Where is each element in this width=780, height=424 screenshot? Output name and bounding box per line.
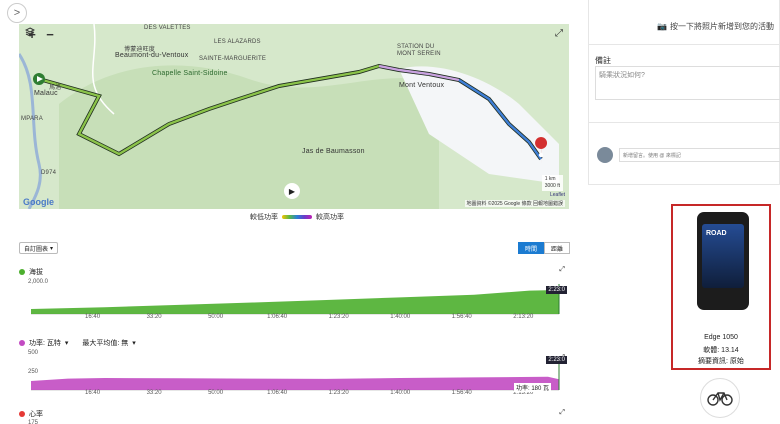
x-tick-label: 1:56:40 — [452, 314, 473, 320]
activity-side-panel: 📷 按一下將照片新增到您的活動 備註 騎乘狀況如何? 新增留言。使用 @ 來標記 — [588, 0, 780, 185]
x-tick-label: 16:40 — [85, 390, 101, 396]
map-label: MPARA — [21, 116, 43, 122]
elevation-color-dot — [19, 269, 25, 275]
legend-low-label: 較低功率 — [250, 214, 278, 221]
comment-row: 新增留言。使用 @ 來標記 — [597, 147, 780, 163]
map-scale: 1 km 3000 ft — [541, 175, 563, 191]
map-label: LES ALAZARDS — [214, 39, 261, 45]
route-map[interactable]: + − ⤢ DES VALETTES 博蒙迪旺度 Beaumont-du-Ven… — [19, 24, 569, 209]
x-tick-label: 33:20 — [147, 390, 163, 396]
map-label: STATION DU — [397, 44, 435, 50]
layers-icon[interactable] — [25, 27, 75, 41]
custom-chart-label: 自訂圖表 — [24, 246, 49, 253]
map-label: Malauc — [34, 90, 58, 97]
add-photo-hint[interactable]: 📷 按一下將照片新增到您的活動 — [657, 21, 774, 32]
map-label: Beaumont-du-Ventoux — [115, 52, 189, 59]
map-label: DES VALETTES — [144, 25, 191, 31]
map-label: Chapelle Saint-Sidoine — [152, 70, 228, 77]
x-tick-label: 1:23:20 — [329, 390, 350, 396]
x-tick-label: 1:40:00 — [390, 390, 411, 396]
map-label: Jas de Baumasson — [302, 148, 365, 155]
caret-down-icon: ▾ — [64, 340, 69, 347]
heart-color-dot — [19, 411, 25, 417]
play-route-button[interactable]: ▶ — [284, 183, 300, 199]
x-tick-label: 50:00 — [208, 314, 224, 320]
x-tick-label: 16:40 — [85, 314, 101, 320]
comment-input[interactable]: 新增留言。使用 @ 來標記 — [619, 148, 780, 162]
max-avg-select[interactable]: 最大平均值: 無 — [82, 338, 128, 348]
series-area — [31, 289, 559, 314]
power-svg: 16:40 33:20 50:00 1:06:40 1:23:20 1:40:00 1:56… — [31, 356, 560, 396]
power-readout: 功率: 180 瓦 — [513, 383, 551, 392]
google-logo: Google — [23, 197, 54, 207]
power-chart[interactable]: 16:40 33:20 50:00 1:06:40 1:23:20 1:40:00 1:56… — [19, 356, 569, 400]
map-controls: + − — [25, 27, 75, 42]
time-toggle-button[interactable]: 時間 — [518, 242, 545, 254]
elevation-header: 海拔 — [19, 267, 43, 277]
x-tick-label: 50:00 — [208, 390, 224, 396]
device-screen: ROAD — [702, 224, 744, 288]
heart-title: 心率 — [29, 411, 43, 418]
bicycle-icon[interactable] — [700, 378, 740, 418]
expand-sidebar-button[interactable]: > — [7, 3, 27, 23]
power-time-badge: 2:23:0 — [546, 356, 567, 364]
avatar — [597, 147, 613, 163]
device-summary: 摘要資訊: 原始 — [698, 358, 744, 365]
elevation-title: 海拔 — [29, 269, 43, 276]
x-tick-label: 1:40:00 — [390, 314, 411, 320]
custom-chart-select[interactable]: 自訂圖表 ▾ — [19, 242, 59, 254]
notes-title: 備註 — [595, 56, 611, 65]
power-legend: 較低功率 較高功率 — [250, 212, 344, 222]
series-area — [31, 376, 559, 390]
x-tick-label: 1:23:20 — [329, 314, 350, 320]
elevation-time-badge: 2:23:0 — [546, 286, 567, 294]
legend-gradient — [282, 215, 312, 219]
elevation-chart[interactable]: 16:40 33:20 50:00 1:06:40 1:23:20 1:40:00 1:56… — [19, 284, 569, 324]
device-firmware: 軟體: 13.14 — [703, 347, 739, 354]
map-label: MONT SEREIN — [397, 51, 441, 57]
power-header: 功率: 瓦特 ▾ 最大平均值: 無 ▾ — [19, 338, 136, 348]
map-label: D974 — [41, 170, 57, 176]
power-color-dot — [19, 340, 25, 346]
notes-textarea[interactable]: 騎乘狀況如何? — [595, 66, 780, 100]
camera-icon: 📷 — [657, 22, 667, 31]
map-label: SAINTE-MARGUERITE — [199, 56, 267, 62]
heart-fullscreen-icon[interactable]: ⤢ — [559, 409, 565, 417]
caret-down-icon: ▾ — [132, 340, 136, 347]
map-label: Mont Ventoux — [399, 82, 445, 89]
device-card[interactable]: ROAD Edge 1050 軟體: 13.14 摘要資訊: 原始 — [671, 204, 771, 370]
chevron-right-icon: > — [13, 7, 21, 19]
elevation-svg: 16:40 33:20 50:00 1:06:40 1:23:20 1:40:00 1:56… — [31, 284, 560, 320]
map-attribution[interactable]: 地圖資料 ©2025 Google 條款 回報地圖錯誤 — [464, 200, 565, 207]
map-fullscreen-icon[interactable]: ⤢ — [555, 28, 563, 39]
axis-toggle: 時間 距離 — [518, 242, 571, 254]
garmin-edge-device-image: ROAD — [697, 212, 749, 310]
device-name: Edge 1050 — [704, 334, 738, 341]
x-tick-label: 1:56:40 — [452, 390, 473, 396]
elevation-fullscreen-icon[interactable]: ⤢ — [559, 266, 565, 274]
power-title[interactable]: 功率: 瓦特 — [29, 338, 61, 348]
x-tick-label: 1:06:40 — [267, 314, 288, 320]
legend-high-label: 較高功率 — [316, 214, 344, 221]
leaflet-link[interactable]: Leaflet — [550, 192, 565, 198]
x-tick-label: 1:06:40 — [267, 390, 288, 396]
distance-toggle-button[interactable]: 距離 — [544, 242, 571, 254]
caret-down-icon: ▾ — [50, 245, 54, 252]
x-tick-label: 33:20 — [147, 314, 163, 320]
divider — [589, 122, 780, 123]
activity-page: > + − ⤢ DES VALETTES 博蒙迪旺度 Beaumont-du-V… — [0, 0, 780, 424]
divider — [589, 44, 780, 45]
heart-y-label: 175 — [28, 420, 39, 424]
heart-header: 心率 — [19, 409, 43, 419]
zoom-out-button[interactable]: − — [43, 27, 57, 42]
x-tick-label: 2:13:20 — [513, 314, 534, 320]
divider — [589, 184, 780, 185]
map-terrain — [19, 24, 569, 209]
